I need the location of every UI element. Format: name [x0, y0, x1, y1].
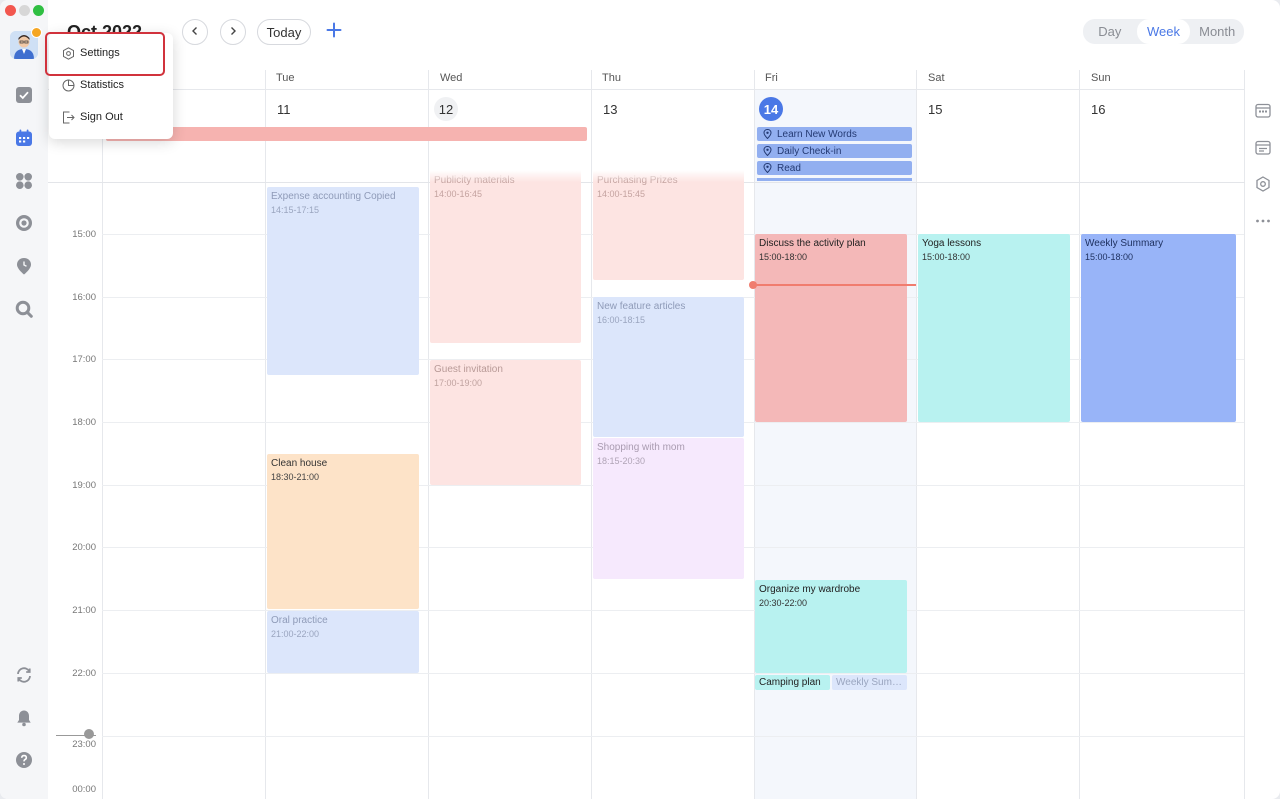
event-title: Weekly Summary	[1085, 238, 1164, 249]
allday-event-label: Daily Check-in	[777, 145, 842, 157]
allday-event-label: Learn New Words	[777, 128, 857, 140]
event-time: 16:00-18:15	[597, 315, 646, 325]
event-time: 17:00-19:00	[434, 378, 483, 388]
previous-week-button[interactable]	[182, 19, 208, 45]
dow-wed: Wed	[440, 72, 463, 84]
today-button[interactable]: Today	[257, 19, 311, 45]
app-window: Tue Wed Thu Fri Sat Sun 11 12 13 14 15 1…	[0, 0, 1280, 799]
time-indicator-handle[interactable]	[84, 729, 94, 739]
event-title: Expense accounting Copied	[271, 191, 396, 202]
chevron-left-icon	[190, 23, 200, 41]
daynum-thu[interactable]: 13	[603, 102, 617, 117]
pin-icon	[763, 146, 772, 156]
pie-chart-icon	[62, 79, 75, 92]
dow-fri: Fri	[765, 72, 778, 84]
right-sidebar	[1245, 90, 1280, 799]
time-label: 16:00	[72, 292, 96, 303]
event-time: 18:30-21:00	[271, 472, 320, 482]
allday-overflow-bar[interactable]	[757, 178, 912, 181]
chevron-right-icon	[228, 23, 238, 41]
event-block[interactable]: Guest invitation 17:00-19:00	[430, 360, 581, 485]
time-label: 21:00	[72, 605, 96, 616]
view-month-button[interactable]: Month	[1190, 19, 1244, 44]
daynum-fri-today[interactable]: 14	[759, 97, 783, 121]
time-label: 23:00	[72, 739, 96, 750]
event-time: 18:15-20:30	[597, 456, 646, 466]
allday-event-label: Read	[777, 162, 801, 174]
event-title: Oral practice	[271, 615, 328, 626]
event-title: Discuss the activity plan	[759, 238, 866, 249]
allday-event[interactable]: Read	[757, 161, 912, 175]
event-block[interactable]: Camping plan	[755, 675, 830, 690]
event-block[interactable]: Weekly Summa	[832, 675, 907, 690]
daynum-tue[interactable]: 11	[277, 102, 291, 117]
time-label: 19:00	[72, 480, 96, 491]
view-switcher: Day Week Month	[1083, 19, 1244, 44]
dow-sat: Sat	[928, 72, 945, 84]
event-block[interactable]: Expense accounting Copied 14:15-17:15	[267, 187, 419, 375]
event-block[interactable]: New feature articles 16:00-18:15	[593, 297, 744, 437]
event-time: 20:30-22:00	[759, 598, 808, 608]
event-time: 15:00-18:00	[1085, 252, 1134, 262]
dow-sun: Sun	[1091, 72, 1111, 84]
view-week-button[interactable]: Week	[1136, 19, 1191, 44]
event-block[interactable]: Yoga lessons 15:00-18:00	[918, 234, 1070, 422]
dow-thu: Thu	[602, 72, 621, 84]
current-time-line	[754, 284, 916, 286]
event-block[interactable]: Clean house 18:30-21:00	[267, 454, 419, 609]
allday-event[interactable]: Daily Check-in	[757, 144, 912, 158]
pin-icon	[763, 163, 772, 173]
event-time: 14:00-15:45	[597, 189, 646, 199]
time-label: 18:00	[72, 417, 96, 428]
daynum-sun[interactable]: 16	[1091, 102, 1105, 117]
settings-highlight-box	[45, 32, 165, 76]
daynum-sat[interactable]: 15	[928, 102, 942, 117]
menu-item-sign-out[interactable]: Sign Out	[49, 102, 173, 132]
time-label: 15:00	[72, 229, 96, 240]
multi-day-event-bar[interactable]	[106, 127, 587, 141]
event-time: 21:00-22:00	[271, 629, 320, 639]
more-icon[interactable]	[1253, 211, 1273, 231]
event-title: Clean house	[271, 458, 328, 469]
menu-item-label: Sign Out	[80, 111, 123, 123]
time-label: 00:00	[72, 784, 96, 795]
calendar-list-icon[interactable]	[1253, 137, 1273, 157]
plus-icon	[326, 22, 342, 43]
next-week-button[interactable]	[220, 19, 246, 45]
event-title: Weekly Summa	[836, 677, 903, 688]
event-title: Organize my wardrobe	[759, 584, 861, 595]
event-time: 14:00-16:45	[434, 189, 483, 199]
week-grid: Tue Wed Thu Fri Sat Sun 11 12 13 14 15 1…	[0, 0, 1245, 799]
event-title: Guest invitation	[434, 364, 503, 375]
pin-icon	[763, 129, 772, 139]
event-title: Camping plan	[759, 677, 821, 688]
event-block[interactable]: Purchasing Prizes 14:00-15:45	[593, 170, 744, 280]
dow-tue: Tue	[276, 72, 295, 84]
time-label: 22:00	[72, 668, 96, 679]
current-time-dot	[749, 281, 757, 289]
calendar-small-icon[interactable]	[1253, 100, 1273, 120]
menu-item-label: Statistics	[80, 79, 125, 91]
event-block[interactable]: Weekly Summary 15:00-18:00	[1081, 234, 1236, 422]
view-day-button[interactable]: Day	[1083, 19, 1137, 44]
time-label: 17:00	[72, 354, 96, 365]
event-block[interactable]: Oral practice 21:00-22:00	[267, 611, 419, 673]
event-block[interactable]: Publicity materials 14:00-16:45	[430, 170, 581, 343]
daynum-wed[interactable]: 12	[434, 97, 458, 121]
settings-badge-icon[interactable]	[1253, 174, 1273, 194]
add-event-button[interactable]	[321, 19, 347, 45]
today-column-highlight	[754, 90, 916, 799]
event-block[interactable]: Organize my wardrobe 20:30-22:00	[755, 580, 907, 673]
sign-out-icon	[62, 111, 75, 124]
event-time: 15:00-18:00	[759, 252, 808, 262]
event-time: 15:00-18:00	[922, 252, 971, 262]
event-block[interactable]: Discuss the activity plan 15:00-18:00	[755, 234, 907, 422]
allday-event[interactable]: Learn New Words	[757, 127, 912, 141]
time-label: 20:00	[72, 542, 96, 553]
event-title: New feature articles	[597, 301, 686, 312]
event-time: 14:15-17:15	[271, 205, 320, 215]
event-title: Yoga lessons	[922, 238, 982, 249]
event-title: Shopping with mom	[597, 442, 685, 453]
event-block[interactable]: Shopping with mom 18:15-20:30	[593, 438, 744, 579]
